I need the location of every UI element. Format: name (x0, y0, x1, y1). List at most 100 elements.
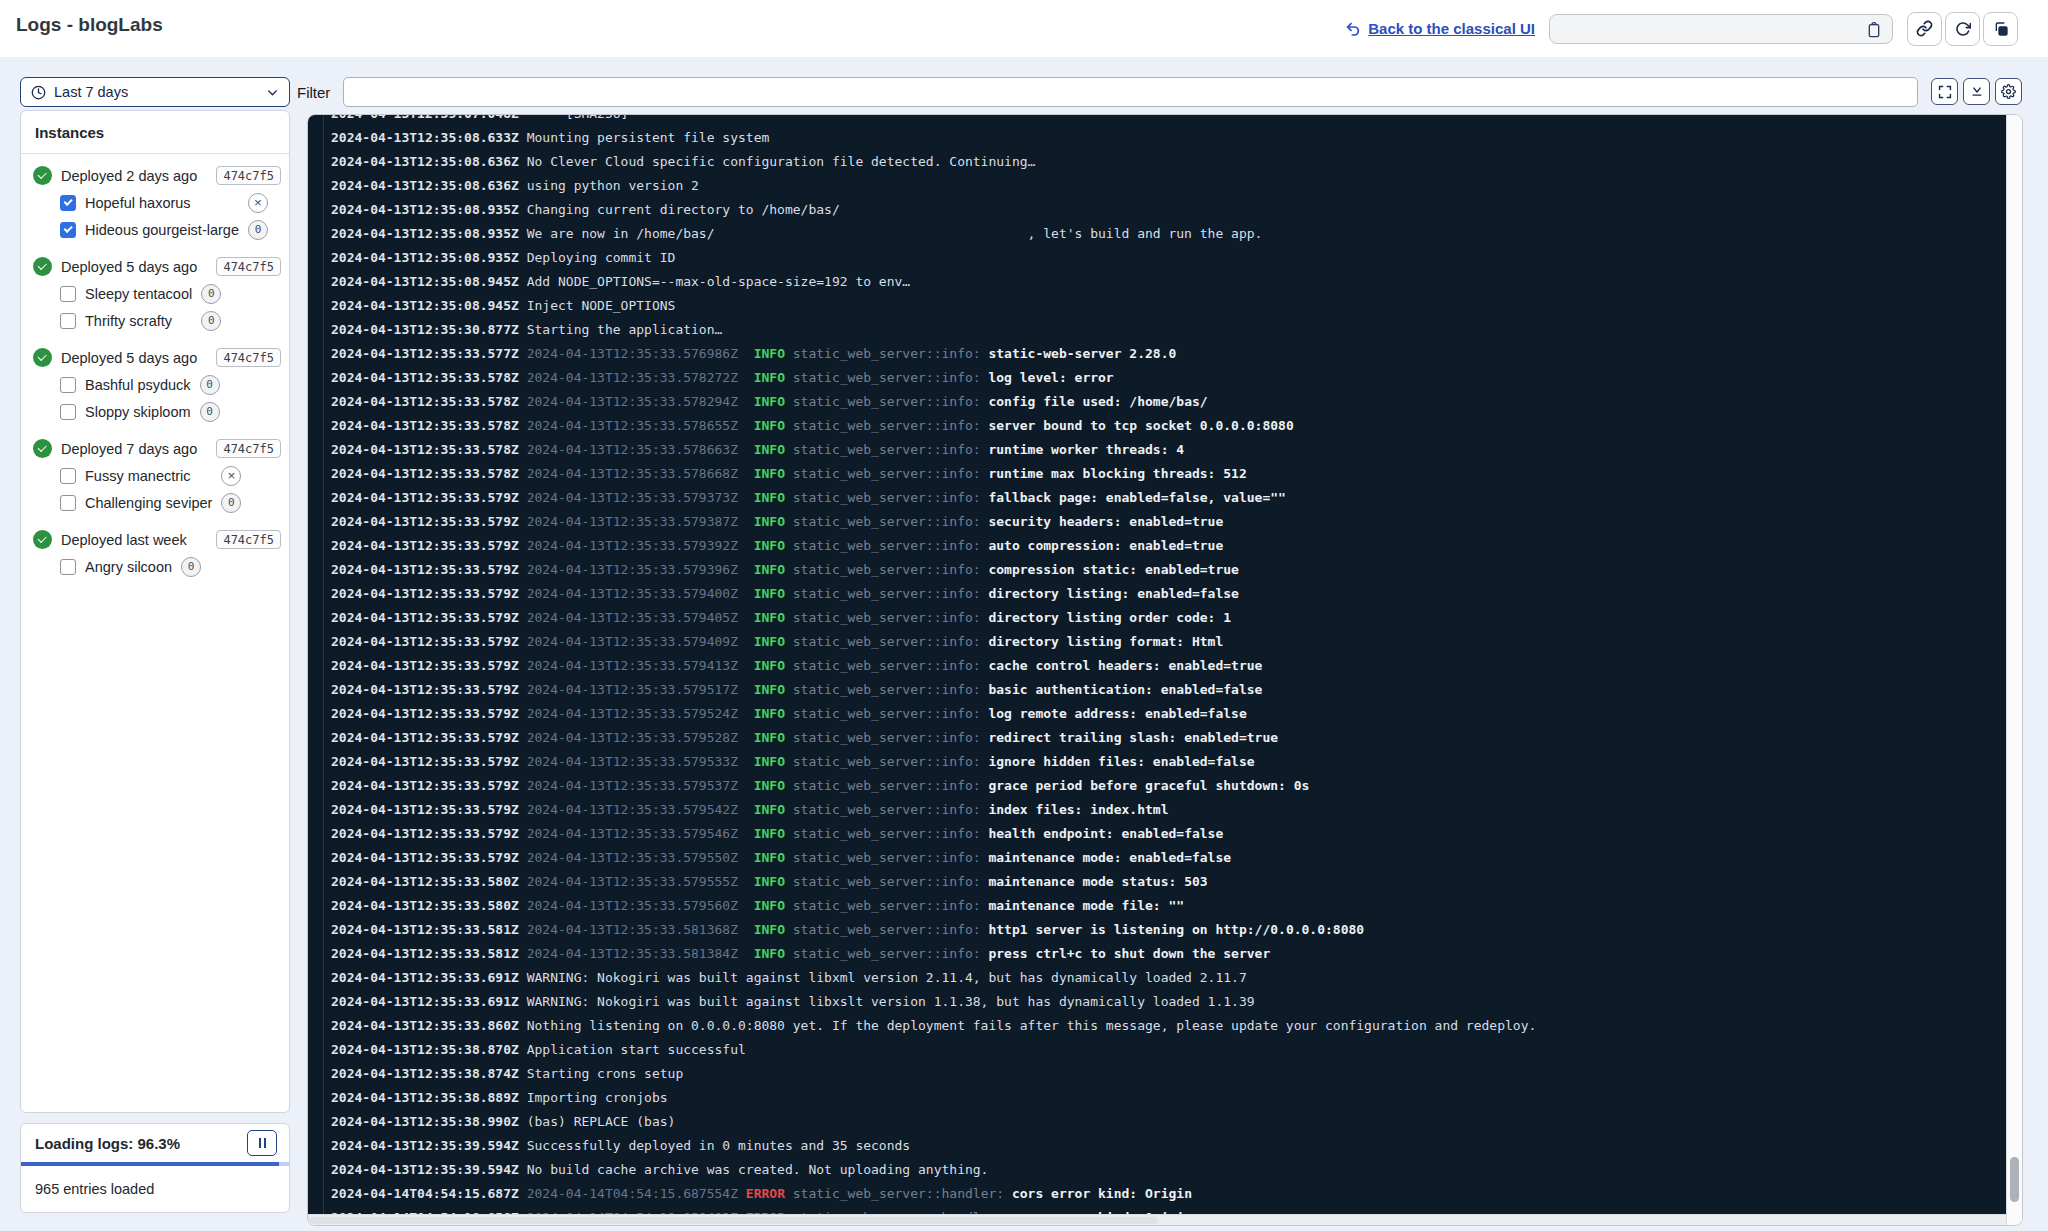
log-module: static_web_server::info: (785, 682, 981, 697)
vertical-scrollbar-thumb[interactable] (2010, 1157, 2019, 1202)
instance-checkbox[interactable] (60, 495, 76, 511)
log-app-timestamp: 2024-04-13T12:35:33.579550Z (519, 850, 738, 865)
log-line: 2024-04-13T12:35:33.691Z WARNING: Nokogi… (331, 990, 1536, 1014)
log-app-timestamp: 2024-04-13T12:35:33.579528Z (519, 730, 738, 745)
log-line: 2024-04-13T12:35:33.579Z 2024-04-13T12:3… (331, 534, 1536, 558)
log-module: static_web_server::info: (785, 490, 981, 505)
log-line: 2024-04-13T12:35:38.870Z Application sta… (331, 1038, 1536, 1062)
log-line: 2024-04-13T12:35:38.874Z Starting crons … (331, 1062, 1536, 1086)
log-module: static_web_server::info: (785, 538, 981, 553)
deployment-group-header: Deployed last week474c7f5 (33, 526, 281, 553)
date-range-input[interactable] (1549, 14, 1893, 44)
duplicate-button[interactable] (1983, 12, 2018, 46)
instance-checkbox[interactable] (60, 313, 76, 329)
log-message: runtime max blocking threads: 512 (981, 466, 1247, 481)
log-timestamp: 2024-04-13T12:35:33.579Z (331, 658, 519, 673)
log-line: 2024-04-13T12:35:33.578Z 2024-04-13T12:3… (331, 438, 1536, 462)
log-timestamp: 2024-04-13T12:35:33.579Z (331, 586, 519, 601)
log-output[interactable]: 2024-04-13T12:35:07.048Z ' [SHA256] '202… (308, 115, 2006, 1214)
log-message: compression static: enabled=true (981, 562, 1239, 577)
log-level: INFO (738, 394, 785, 409)
settings-button[interactable] (1995, 78, 2022, 105)
refresh-button[interactable] (1945, 12, 1980, 46)
log-app-timestamp: 2024-04-13T12:35:33.579537Z (519, 778, 738, 793)
log-timestamp: 2024-04-13T12:35:30.877Z (331, 322, 519, 337)
log-timestamp: 2024-04-13T12:35:33.580Z (331, 898, 519, 913)
filter-input[interactable] (343, 77, 1918, 107)
log-timestamp: 2024-04-13T12:35:33.578Z (331, 394, 519, 409)
log-message: log level: error (981, 370, 1114, 385)
log-app-timestamp: 2024-04-13T12:35:33.579533Z (519, 754, 738, 769)
instance-name: Sloppy skiploom (85, 404, 191, 420)
deployment-group: Deployed 7 days ago474c7f5Fussy manectri… (33, 435, 281, 516)
log-level: INFO (738, 778, 785, 793)
log-module: static_web_server::info: (785, 898, 981, 913)
instance-checkbox[interactable] (60, 404, 76, 420)
log-line: 2024-04-13T12:35:33.580Z 2024-04-13T12:3… (331, 894, 1536, 918)
instance-list: Bashful psyduck0Sloppy skiploom0 (60, 371, 281, 425)
log-message: basic authentication: enabled=false (981, 682, 1263, 697)
loading-logs-panel: Loading logs: 96.3% 965 entries loaded (20, 1123, 290, 1213)
log-line: 2024-04-13T12:35:33.579Z 2024-04-13T12:3… (331, 582, 1536, 606)
log-message: No build cache archive was created. Not … (519, 1162, 989, 1177)
instance-checkbox[interactable] (60, 377, 76, 393)
log-message: Deploying commit ID (519, 250, 676, 265)
log-timestamp: 2024-04-13T12:35:33.581Z (331, 946, 519, 961)
log-line: 2024-04-13T12:35:33.691Z WARNING: Nokogi… (331, 966, 1536, 990)
log-level: INFO (738, 802, 785, 817)
vertical-scrollbar[interactable] (2006, 115, 2022, 1225)
log-message: We are now in /home/bas/ , let's build a… (519, 226, 1263, 241)
fullscreen-button[interactable] (1931, 78, 1958, 105)
filter-label: Filter (297, 84, 330, 101)
log-message: security headers: enabled=true (981, 514, 1224, 529)
log-line: 2024-04-13T12:35:08.636Z using python ve… (331, 174, 1536, 198)
gear-icon (2001, 84, 2016, 99)
log-module: static_web_server::info: (785, 562, 981, 577)
log-timestamp: 2024-04-13T12:35:33.579Z (331, 706, 519, 721)
instance-checkbox[interactable] (60, 222, 76, 238)
log-app-timestamp: 2024-04-13T12:35:33.579546Z (519, 826, 738, 841)
log-app-timestamp: 2024-04-14T04:54:15.687554Z (519, 1186, 738, 1201)
time-range-select[interactable]: Last 7 days (20, 77, 290, 107)
scroll-to-bottom-button[interactable] (1963, 78, 1990, 105)
horizontal-scrollbar[interactable] (308, 1214, 2006, 1225)
log-line: 2024-04-13T12:35:33.581Z 2024-04-13T12:3… (331, 942, 1536, 966)
copy-link-button[interactable] (1907, 12, 1942, 46)
back-to-classical-ui-link[interactable]: Back to the classical UI (1345, 20, 1535, 37)
log-module: static_web_server::info: (785, 730, 981, 745)
divider (21, 153, 289, 154)
deployment-group-header: Deployed 2 days ago474c7f5 (33, 162, 281, 189)
log-module: static_web_server::info: (785, 634, 981, 649)
log-timestamp: 2024-04-13T12:35:08.636Z (331, 154, 519, 169)
log-message: Add NODE_OPTIONS=--max-old-space-size=19… (519, 274, 910, 289)
instance-checkbox[interactable] (60, 559, 76, 575)
log-timestamp: 2024-04-13T12:35:08.945Z (331, 298, 519, 313)
instance-count-badge: 0 (200, 402, 220, 422)
log-message: directory listing: enabled=false (981, 586, 1239, 601)
pause-button[interactable] (247, 1130, 277, 1156)
log-timestamp: 2024-04-13T12:35:33.579Z (331, 490, 519, 505)
log-module: static_web_server::info: (785, 778, 981, 793)
log-line: 2024-04-13T12:35:33.578Z 2024-04-13T12:3… (331, 366, 1536, 390)
log-message: grace period before graceful shutdown: 0… (981, 778, 1310, 793)
log-message: health endpoint: enabled=false (981, 826, 1224, 841)
log-module: static_web_server::info: (785, 826, 981, 841)
horizontal-scrollbar-thumb[interactable] (308, 1217, 1158, 1224)
log-message: Starting the application… (519, 322, 723, 337)
log-app-timestamp: 2024-04-13T12:35:33.581368Z (519, 922, 738, 937)
log-timestamp: 2024-04-13T12:35:33.579Z (331, 778, 519, 793)
log-timestamp: 2024-04-14T04:54:15.687Z (331, 1186, 519, 1201)
deployment-success-icon (33, 348, 52, 367)
log-level: ERROR (738, 1186, 785, 1201)
log-line: 2024-04-13T12:35:33.577Z 2024-04-13T12:3… (331, 342, 1536, 366)
instance-checkbox[interactable] (60, 195, 76, 211)
log-timestamp: 2024-04-13T12:35:38.990Z (331, 1114, 519, 1129)
log-line: 2024-04-13T12:35:33.860Z Nothing listeni… (331, 1014, 1536, 1038)
log-timestamp: 2024-04-13T12:35:33.578Z (331, 466, 519, 481)
log-module: static_web_server::info: (785, 610, 981, 625)
log-level: INFO (738, 586, 785, 601)
log-module: static_web_server::info: (785, 346, 981, 361)
instance-checkbox[interactable] (60, 286, 76, 302)
instance-checkbox[interactable] (60, 468, 76, 484)
instance-name: Fussy manectric (85, 468, 212, 484)
